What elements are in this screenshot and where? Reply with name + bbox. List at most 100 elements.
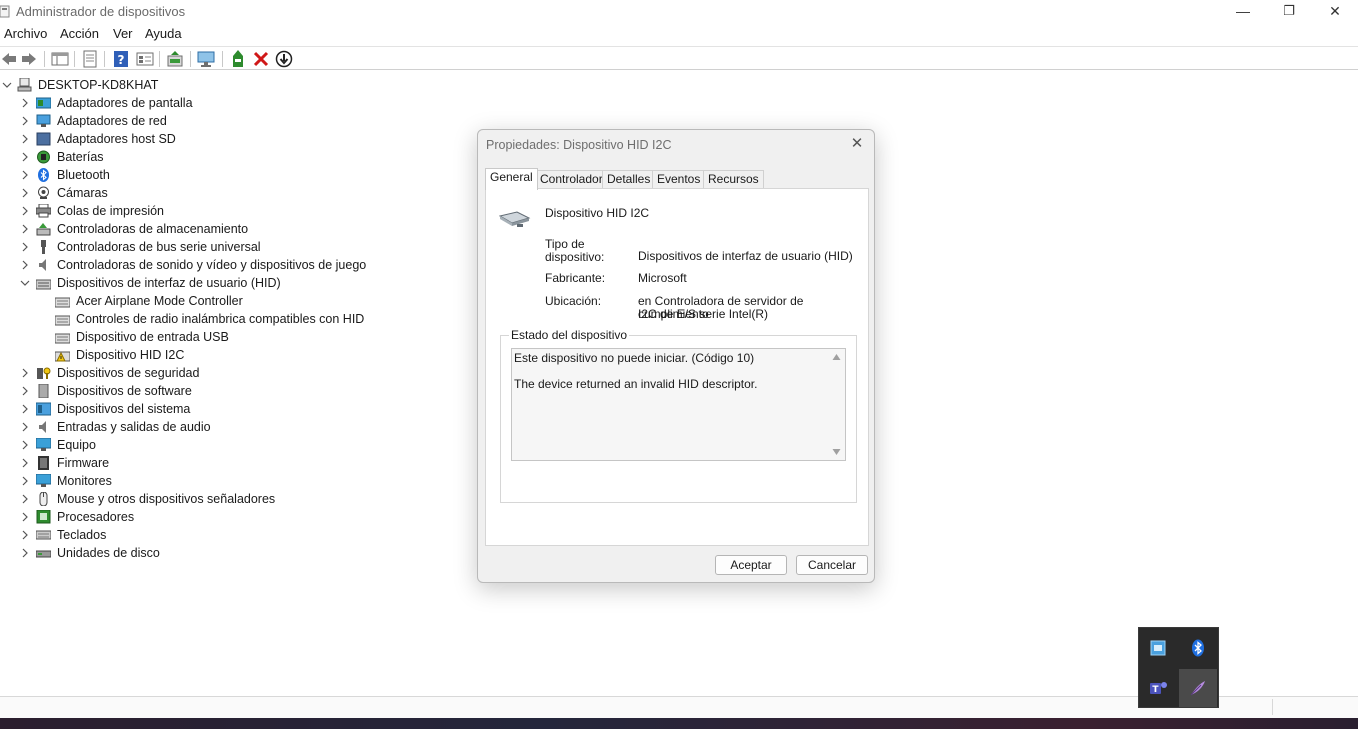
tray-slot-teams[interactable]: T	[1139, 669, 1177, 707]
manufacturer-label: Fabricante:	[545, 271, 606, 285]
dialog-title: Propiedades: Dispositivo HID I2C	[486, 138, 672, 152]
tree-category[interactable]: Dispositivos de software	[0, 382, 470, 400]
tree-device[interactable]: Dispositivo HID I2C	[0, 346, 470, 364]
tree-category[interactable]: Adaptadores de pantalla	[0, 94, 470, 112]
tree-category[interactable]: Controladoras de bus serie universal	[0, 238, 470, 256]
bluetooth-icon	[36, 168, 51, 182]
bluetooth-tray-icon[interactable]	[1191, 639, 1205, 657]
tree-category[interactable]: Controladoras de sonido y vídeo y dispos…	[0, 256, 470, 274]
tree-category[interactable]: Teclados	[0, 526, 470, 544]
chevron-right-icon[interactable]	[18, 238, 32, 256]
audio-io-icon	[36, 420, 51, 434]
scroll-up-arrow-icon[interactable]	[832, 353, 841, 361]
menu-accion[interactable]: Acción	[60, 26, 99, 41]
tree-category[interactable]: Colas de impresión	[0, 202, 470, 220]
tree-device[interactable]: Acer Airplane Mode Controller	[0, 292, 470, 310]
tree-category[interactable]: Controladoras de almacenamiento	[0, 220, 470, 238]
chevron-right-icon[interactable]	[18, 472, 32, 490]
chevron-right-icon[interactable]	[18, 508, 32, 526]
tree-category[interactable]: Dispositivos de seguridad	[0, 364, 470, 382]
chevron-right-icon[interactable]	[18, 130, 32, 148]
tree-category[interactable]: Equipo	[0, 436, 470, 454]
scroll-down-arrow-icon[interactable]	[832, 448, 841, 456]
help-icon[interactable]: ?	[112, 50, 130, 68]
tree-category[interactable]: Procesadores	[0, 508, 470, 526]
processor-icon	[36, 509, 51, 524]
chevron-right-icon[interactable]	[18, 544, 32, 562]
tree-category[interactable]: Baterías	[0, 148, 470, 166]
cancel-button[interactable]: Cancelar	[796, 555, 868, 575]
tree-category[interactable]: Entradas y salidas de audio	[0, 418, 470, 436]
teams-tray-icon[interactable]: T	[1150, 680, 1168, 696]
tree-category[interactable]: Dispositivos del sistema	[0, 400, 470, 418]
chevron-right-icon[interactable]	[18, 490, 32, 508]
tab-detalles[interactable]: Detalles	[602, 170, 656, 189]
properties-icon[interactable]	[81, 50, 99, 68]
chevron-right-icon[interactable]	[18, 256, 32, 274]
tree-category[interactable]: Unidades de disco	[0, 544, 470, 562]
storage-controller-icon	[36, 222, 51, 236]
ok-button[interactable]: Aceptar	[715, 555, 787, 575]
menu-ver[interactable]: Ver	[113, 26, 133, 41]
tree-root[interactable]: DESKTOP-KD8KHAT	[0, 76, 470, 94]
tree-device[interactable]: Controles de radio inalámbrica compatibl…	[0, 310, 470, 328]
tab-controlador[interactable]: Controlador	[535, 170, 608, 189]
chevron-right-icon[interactable]	[18, 526, 32, 544]
update-driver-icon[interactable]	[166, 50, 184, 68]
monitor-icon	[35, 473, 52, 488]
tree-category[interactable]: Mouse y otros dispositivos señaladores	[0, 490, 470, 508]
pen-feather-tray-icon[interactable]	[1189, 679, 1207, 697]
tab-recursos[interactable]: Recursos	[703, 170, 764, 189]
chevron-right-icon[interactable]	[18, 94, 32, 112]
chevron-right-icon[interactable]	[18, 166, 32, 184]
chevron-right-icon[interactable]	[18, 418, 32, 436]
chevron-right-icon[interactable]	[18, 112, 32, 130]
tab-general[interactable]: General	[485, 168, 538, 190]
tree-category[interactable]: Adaptadores de red	[0, 112, 470, 130]
manufacturer-value: Microsoft	[638, 271, 687, 285]
menu-archivo[interactable]: Archivo	[4, 26, 47, 41]
tray-slot-bluetooth[interactable]	[1179, 629, 1217, 667]
tray-slot-pen[interactable]	[1179, 669, 1217, 707]
chevron-right-icon[interactable]	[18, 436, 32, 454]
uninstall-device-icon[interactable]	[252, 50, 270, 68]
tree-item-label: Controles de radio inalámbrica compatibl…	[76, 312, 365, 326]
device-status-textbox[interactable]: Este dispositivo no puede iniciar. (Códi…	[511, 348, 846, 461]
tab-eventos[interactable]: Eventos	[652, 170, 706, 189]
minimize-button[interactable]: —	[1220, 0, 1266, 24]
tree-category[interactable]: Adaptadores host SD	[0, 130, 470, 148]
firmware-icon	[36, 456, 51, 470]
chevron-right-icon[interactable]	[18, 184, 32, 202]
status-scrollbar[interactable]	[828, 349, 845, 460]
tree-device[interactable]: Dispositivo de entrada USB	[0, 328, 470, 346]
chevron-right-icon[interactable]	[18, 202, 32, 220]
tray-slot-intel[interactable]	[1139, 629, 1177, 667]
tree-item-label: Monitores	[57, 474, 112, 488]
tree-category[interactable]: Dispositivos de interfaz de usuario (HID…	[0, 274, 470, 292]
menu-ayuda[interactable]: Ayuda	[145, 26, 182, 41]
chevron-right-icon[interactable]	[18, 220, 32, 238]
tree-category[interactable]: Firmware	[0, 454, 470, 472]
chevron-down-icon[interactable]	[18, 274, 32, 292]
tree-category[interactable]: Monitores	[0, 472, 470, 490]
chevron-right-icon[interactable]	[18, 148, 32, 166]
tree-category[interactable]: Bluetooth	[0, 166, 470, 184]
intel-graphics-tray-icon[interactable]	[1150, 640, 1166, 656]
chevron-right-icon[interactable]	[18, 400, 32, 418]
maximize-button[interactable]: ❐	[1266, 0, 1312, 24]
tree-category[interactable]: Cámaras	[0, 184, 470, 202]
hid-device-icon	[54, 312, 71, 326]
show-hide-console-tree-icon[interactable]	[51, 50, 69, 68]
disable-device-icon[interactable]	[275, 50, 293, 68]
chevron-down-icon[interactable]	[0, 76, 14, 94]
dialog-close-button[interactable]: ✕	[848, 135, 866, 153]
back-arrow-icon[interactable]	[0, 50, 18, 68]
add-driver-icon[interactable]	[229, 50, 247, 68]
close-button[interactable]: ✕	[1312, 0, 1358, 24]
view-icon[interactable]	[136, 50, 154, 68]
chevron-right-icon[interactable]	[18, 364, 32, 382]
chevron-right-icon[interactable]	[18, 382, 32, 400]
forward-arrow-icon[interactable]	[20, 50, 38, 68]
scan-hardware-icon[interactable]	[197, 50, 215, 68]
chevron-right-icon[interactable]	[18, 454, 32, 472]
